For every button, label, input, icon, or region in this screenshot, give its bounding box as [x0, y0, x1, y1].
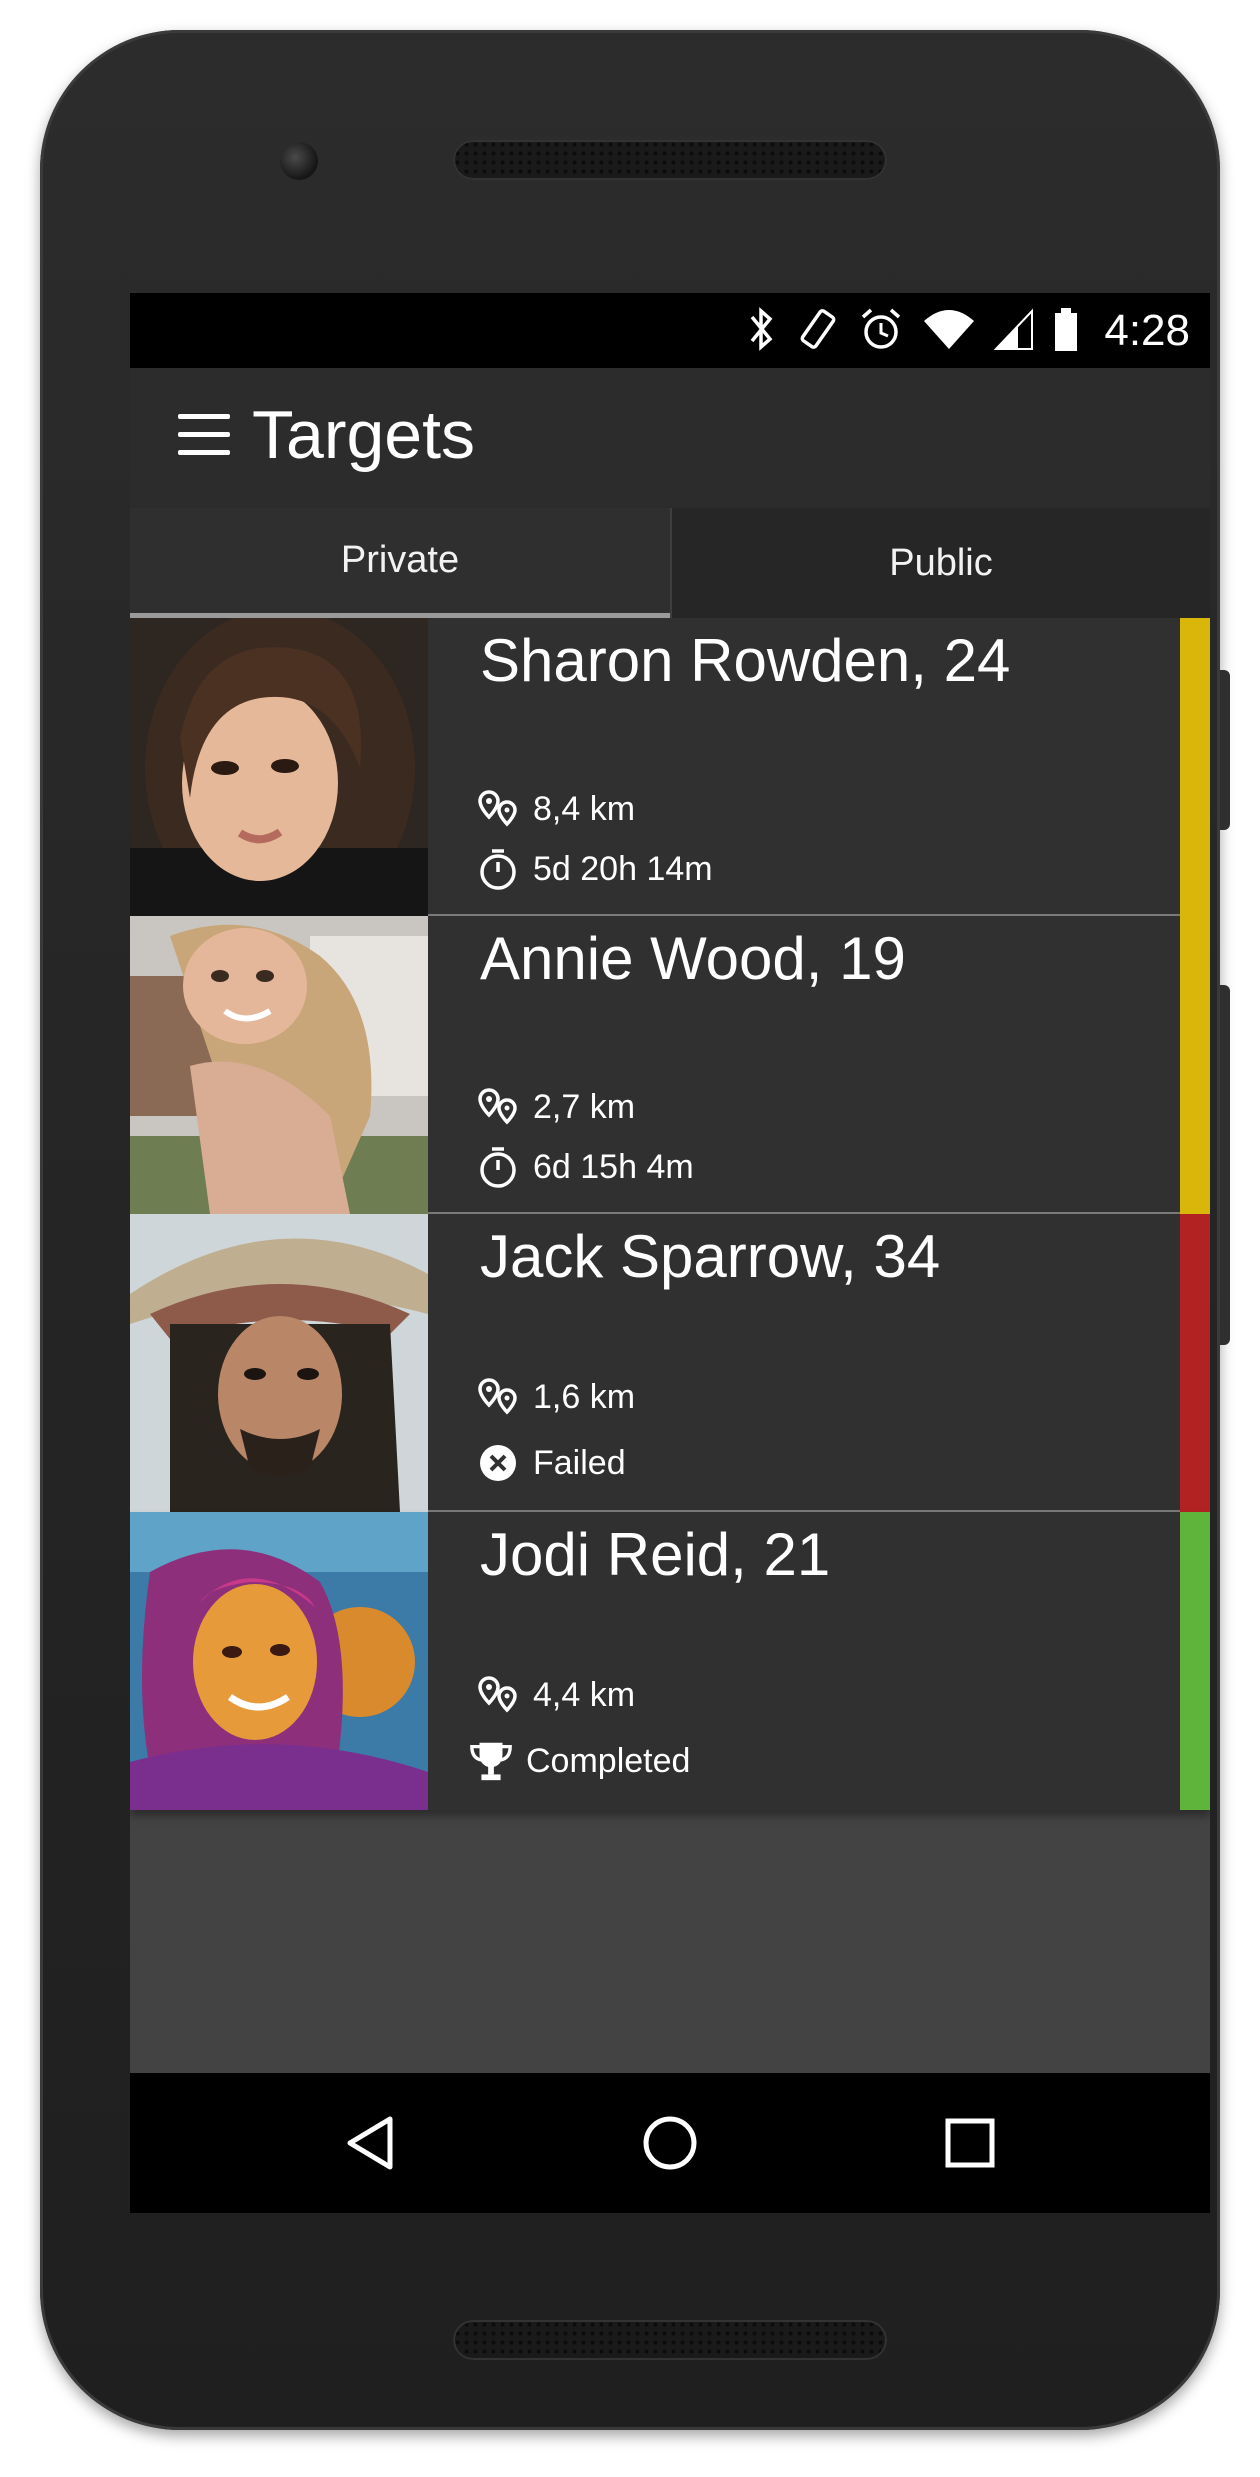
- app-bar: Targets: [130, 368, 1210, 508]
- distance-text: 2,7 km: [533, 1087, 636, 1126]
- status-text: 6d 15h 4m: [533, 1147, 694, 1186]
- front-camera: [280, 142, 318, 180]
- status-color-bar: [1180, 1512, 1210, 1810]
- menu-icon[interactable]: [178, 414, 230, 456]
- home-icon[interactable]: [638, 2111, 702, 2175]
- status-text: Completed: [526, 1741, 691, 1780]
- recents-icon[interactable]: [938, 2111, 1002, 2175]
- distance-row: 1,6 km: [475, 1374, 635, 1420]
- screen-rotation-icon: [796, 305, 840, 358]
- failed-icon: [475, 1440, 521, 1486]
- location-pins-icon: [475, 1374, 521, 1420]
- cell-signal-icon: [994, 305, 1034, 358]
- target-card[interactable]: Sharon Rowden, 24 8,4 km 5d 20h 14m: [130, 618, 1210, 916]
- bottom-speaker: [453, 2320, 887, 2360]
- target-name: Annie Wood, 19: [480, 925, 906, 992]
- wifi-icon: [922, 305, 976, 358]
- status-text: Failed: [533, 1443, 626, 1482]
- distance-row: 2,7 km: [475, 1084, 635, 1130]
- timer-icon: [475, 1144, 521, 1190]
- volume-button: [1220, 985, 1230, 1345]
- target-card[interactable]: Jack Sparrow, 34 1,6 km Failed: [130, 1214, 1210, 1512]
- bluetooth-icon: [744, 305, 778, 358]
- target-card[interactable]: Jodi Reid, 21 4,4 km Completed: [130, 1512, 1210, 1810]
- trophy-icon: [468, 1738, 514, 1784]
- avatar: [130, 618, 428, 916]
- tab-private[interactable]: Private: [130, 508, 670, 618]
- status-text: 5d 20h 14m: [533, 849, 713, 888]
- distance-row: 8,4 km: [475, 786, 635, 832]
- status-row: 5d 20h 14m: [475, 846, 713, 892]
- status-time: 4:28: [1104, 306, 1190, 355]
- top-speaker: [453, 140, 887, 180]
- status-row: 6d 15h 4m: [475, 1144, 694, 1190]
- tab-bar: Private Public: [130, 508, 1210, 618]
- avatar: [130, 1214, 428, 1512]
- tab-label: Private: [340, 539, 460, 581]
- status-color-bar: [1180, 618, 1210, 916]
- distance-text: 4,4 km: [533, 1675, 636, 1714]
- status-color-bar: [1180, 916, 1210, 1214]
- power-button: [1220, 670, 1230, 830]
- phone-frame: 4:28 Targets Private Public Sharon Rowde…: [40, 30, 1230, 2430]
- battery-icon: [1052, 305, 1080, 358]
- target-card[interactable]: Annie Wood, 19 2,7 km 6d 15h 4m: [130, 916, 1210, 1214]
- screen: 4:28 Targets Private Public Sharon Rowde…: [130, 293, 1210, 2213]
- avatar: [130, 1512, 428, 1810]
- status-row: Failed: [475, 1440, 626, 1486]
- status-color-bar: [1180, 1214, 1210, 1512]
- page-title: Targets: [252, 397, 475, 473]
- avatar: [130, 916, 428, 1214]
- back-icon[interactable]: [340, 2111, 404, 2175]
- distance-text: 1,6 km: [533, 1377, 636, 1416]
- distance-text: 8,4 km: [533, 789, 636, 828]
- target-name: Sharon Rowden, 24: [480, 627, 1011, 694]
- status-row: Completed: [468, 1738, 690, 1784]
- timer-icon: [475, 846, 521, 892]
- location-pins-icon: [475, 1672, 521, 1718]
- distance-row: 4,4 km: [475, 1672, 635, 1718]
- location-pins-icon: [475, 786, 521, 832]
- status-bar: 4:28: [130, 293, 1210, 368]
- target-name: Jack Sparrow, 34: [480, 1223, 941, 1290]
- location-pins-icon: [475, 1084, 521, 1130]
- alarm-icon: [858, 305, 904, 358]
- tab-label: Public: [889, 541, 993, 584]
- target-name: Jodi Reid, 21: [480, 1521, 831, 1588]
- tab-public[interactable]: Public: [670, 508, 1210, 618]
- navigation-bar: [130, 2073, 1210, 2213]
